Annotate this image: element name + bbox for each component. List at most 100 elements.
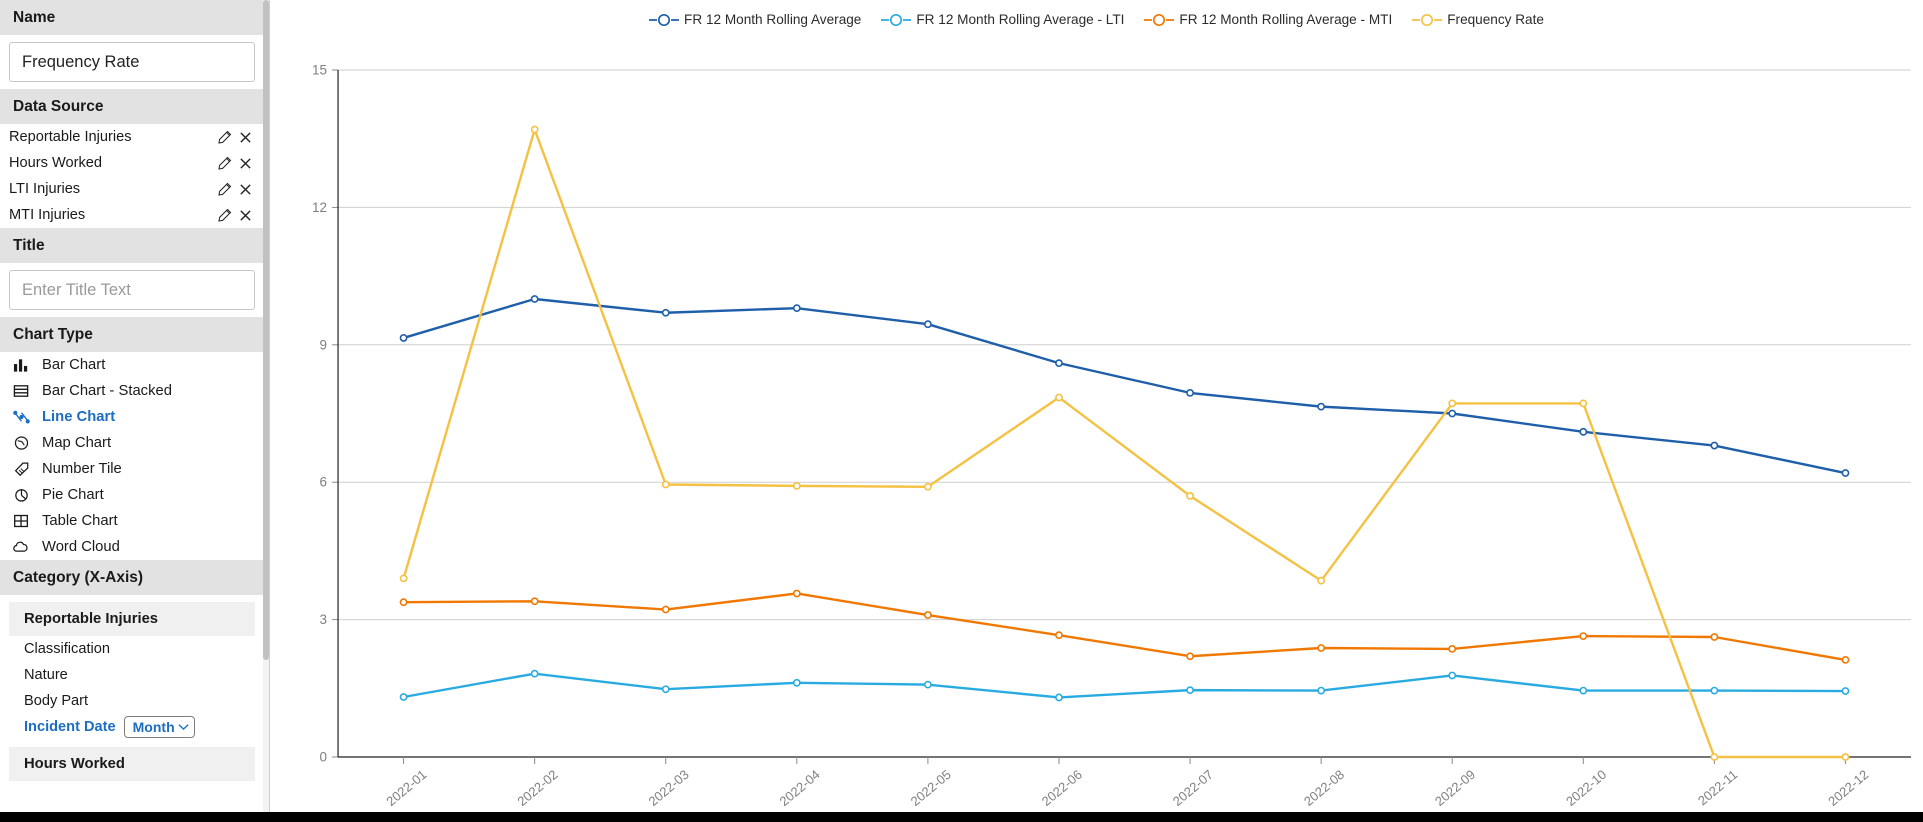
data-source-row[interactable]: Reportable Injuries — [0, 124, 264, 150]
data-point[interactable] — [1317, 402, 1326, 411]
data-point[interactable] — [1841, 687, 1850, 695]
chart-type-item-line-chart[interactable]: Line Chart — [0, 404, 264, 430]
sidebar-scroll-content: Name Frequency Rate Data Source Reportab… — [0, 0, 264, 812]
category-field-nature[interactable]: Nature — [9, 662, 255, 688]
data-point[interactable] — [923, 680, 932, 689]
line-chart-icon — [13, 409, 30, 425]
chart-type-section-header: Chart Type — [0, 317, 264, 352]
data-point[interactable] — [1186, 492, 1194, 500]
data-point[interactable] — [1710, 441, 1719, 450]
category-group-reportable-injuries[interactable]: Reportable Injuries — [9, 602, 255, 636]
category-field-classification[interactable]: Classification — [9, 636, 255, 662]
data-point[interactable] — [1186, 652, 1194, 661]
data-point[interactable] — [530, 125, 539, 134]
data-point[interactable] — [1317, 644, 1326, 652]
category-field-body-part[interactable]: Body Part — [9, 688, 255, 714]
remove-close-icon[interactable] — [239, 209, 252, 222]
remove-close-icon[interactable] — [239, 157, 252, 170]
data-point[interactable] — [1579, 399, 1588, 408]
x-axis-tick-label: 2022-06 — [1039, 767, 1085, 809]
data-point[interactable] — [530, 295, 539, 303]
data-point[interactable] — [1317, 576, 1326, 585]
data-point[interactable] — [923, 320, 932, 329]
data-point[interactable] — [1579, 632, 1588, 640]
data-point[interactable] — [399, 693, 408, 701]
sidebar-scrollbar-thumb[interactable] — [263, 0, 269, 660]
y-axis-tick-label: 9 — [320, 337, 328, 352]
edit-pencil-icon[interactable] — [217, 156, 232, 171]
category-group-hours-worked[interactable]: Hours Worked — [9, 747, 255, 781]
data-source-row[interactable]: LTI Injuries — [0, 176, 264, 202]
chart-type-item-map-chart[interactable]: Map Chart — [0, 430, 264, 456]
data-source-row[interactable]: Hours Worked — [0, 150, 264, 176]
data-point[interactable] — [530, 597, 539, 606]
sidebar-scrollbar-track[interactable] — [263, 0, 269, 812]
data-point[interactable] — [923, 611, 932, 619]
remove-close-icon[interactable] — [239, 131, 252, 144]
data-point[interactable] — [923, 482, 932, 491]
config-sidebar: Name Frequency Rate Data Source Reportab… — [0, 0, 270, 812]
remove-close-icon[interactable] — [239, 183, 252, 196]
x-axis-tick-label: 2022-07 — [1170, 767, 1216, 809]
data-source-label: Hours Worked — [9, 155, 102, 171]
data-point[interactable] — [399, 334, 408, 342]
edit-pencil-icon[interactable] — [217, 182, 232, 197]
data-point[interactable] — [661, 480, 670, 489]
data-point[interactable] — [792, 589, 801, 598]
chart-type-item-number-tile[interactable]: Number Tile — [0, 456, 264, 482]
data-point[interactable] — [1710, 686, 1719, 695]
data-point[interactable] — [1055, 359, 1063, 368]
bar-chart-icon — [13, 357, 30, 373]
data-point[interactable] — [1186, 388, 1194, 397]
chart-builder-page: Name Frequency Rate Data Source Reportab… — [0, 0, 1923, 822]
data-point[interactable] — [792, 304, 801, 313]
x-axis-tick-label: 2022-09 — [1432, 767, 1478, 809]
data-point[interactable] — [1055, 693, 1063, 702]
x-axis-tick-label: 2022-10 — [1563, 767, 1609, 809]
data-point[interactable] — [1055, 631, 1063, 640]
category-field-incident-date[interactable]: Incident Date Month — [9, 714, 255, 740]
chart-type-label: Table Chart — [42, 513, 118, 529]
chart-type-item-bar-chart[interactable]: Bar Chart — [0, 352, 264, 378]
x-axis-tick-label: 2022-12 — [1825, 767, 1871, 809]
chart-type-item-word-cloud[interactable]: Word Cloud — [0, 534, 264, 560]
data-point[interactable] — [399, 598, 408, 607]
y-axis-tick-label: 15 — [312, 63, 327, 78]
data-point[interactable] — [1317, 686, 1326, 695]
table-chart-icon — [13, 513, 30, 529]
chart-type-item-bar-chart-stacked[interactable]: Bar Chart - Stacked — [0, 378, 264, 404]
data-source-row[interactable]: MTI Injuries — [0, 202, 264, 228]
data-point[interactable] — [530, 669, 539, 678]
data-point[interactable] — [399, 574, 408, 583]
data-point[interactable] — [661, 605, 670, 614]
data-point[interactable] — [1448, 399, 1457, 408]
chevron-down-icon — [178, 724, 189, 731]
data-point[interactable] — [1841, 753, 1850, 761]
data-point[interactable] — [1710, 633, 1719, 641]
title-input[interactable]: Enter Title Text — [9, 270, 255, 310]
data-point[interactable] — [1841, 469, 1850, 477]
data-point[interactable] — [1448, 671, 1457, 680]
data-point[interactable] — [1710, 753, 1719, 761]
name-input[interactable]: Frequency Rate — [9, 42, 255, 82]
data-point[interactable] — [661, 685, 670, 694]
chart-type-item-pie-chart[interactable]: Pie Chart — [0, 482, 264, 508]
data-point[interactable] — [1579, 427, 1588, 436]
data-point[interactable] — [1186, 686, 1194, 695]
edit-pencil-icon[interactable] — [217, 208, 232, 223]
data-point[interactable] — [1448, 409, 1457, 418]
chart-type-item-table-chart[interactable]: Table Chart — [0, 508, 264, 534]
data-source-section-header: Data Source — [0, 89, 264, 124]
data-point[interactable] — [1579, 686, 1588, 695]
data-point[interactable] — [1448, 645, 1457, 653]
data-point[interactable] — [1841, 656, 1850, 664]
data-point[interactable] — [661, 308, 670, 317]
data-point[interactable] — [792, 678, 801, 687]
data-point[interactable] — [792, 481, 801, 490]
x-axis-tick-label: 2022-03 — [645, 767, 691, 809]
incident-date-granularity-dropdown[interactable]: Month — [123, 716, 195, 738]
series-line — [402, 128, 1847, 759]
category-field-label: Body Part — [24, 693, 89, 709]
edit-pencil-icon[interactable] — [217, 130, 232, 145]
data-point[interactable] — [1055, 393, 1063, 402]
